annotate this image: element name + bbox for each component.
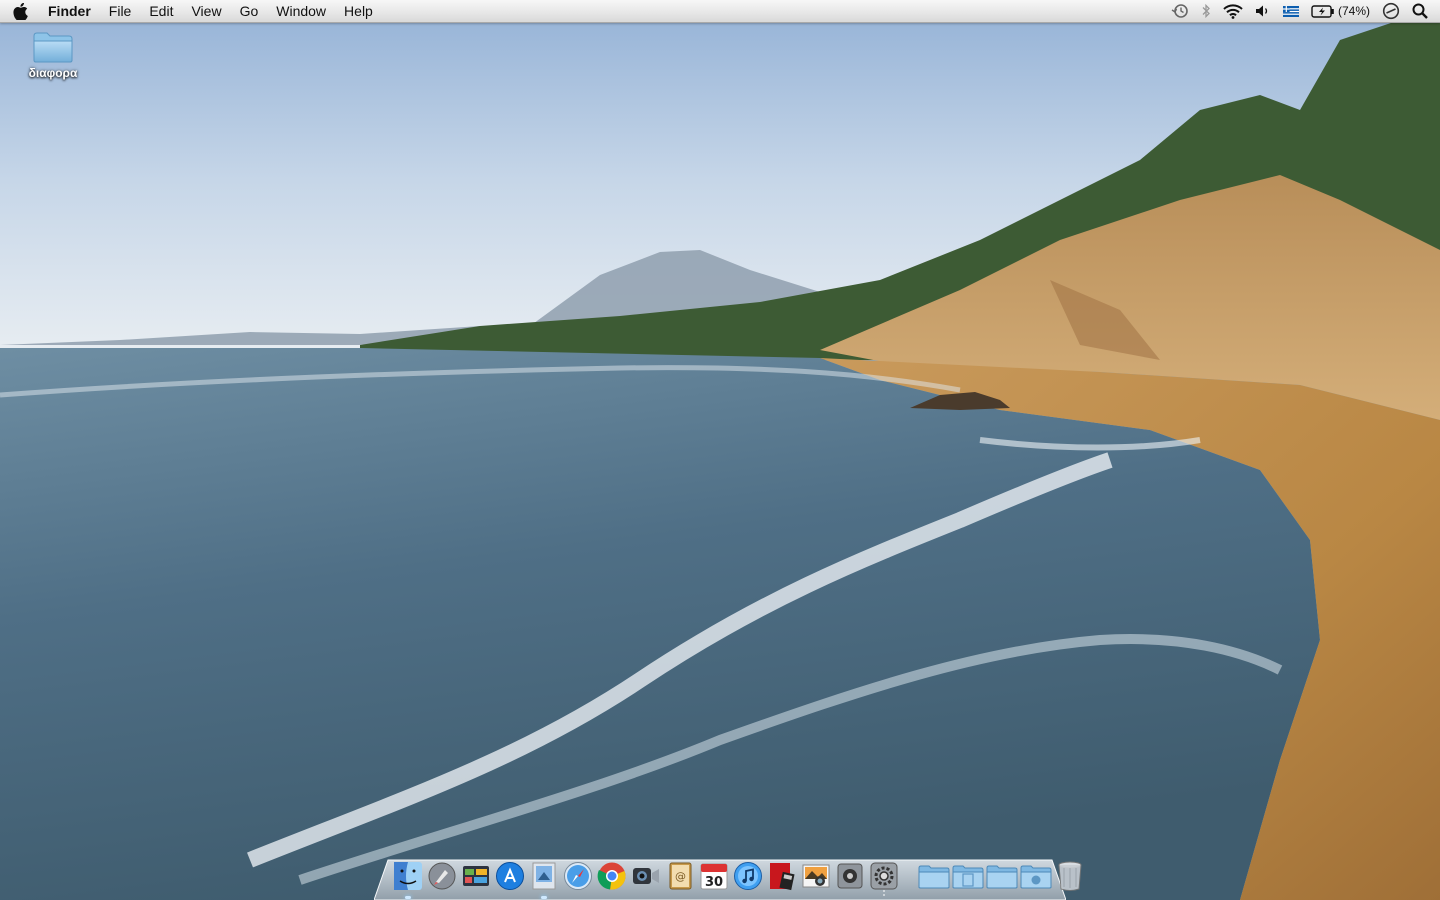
greek-flag-input-icon bbox=[1282, 5, 1299, 17]
battery-menu[interactable]: (74%) bbox=[1305, 0, 1376, 22]
photo-booth-icon bbox=[770, 863, 795, 891]
dock-mission-control[interactable] bbox=[460, 858, 492, 894]
app-store-icon bbox=[496, 862, 524, 890]
dock-address-book[interactable]: @ bbox=[664, 858, 696, 894]
desktop-folder[interactable]: διαφορα bbox=[14, 30, 92, 80]
dock-app-store[interactable] bbox=[494, 858, 526, 894]
launchpad-icon bbox=[428, 862, 456, 890]
trash-icon bbox=[1058, 861, 1082, 891]
camera-icon bbox=[837, 863, 863, 889]
time-machine-icon bbox=[1171, 4, 1188, 18]
mission-control-icon bbox=[463, 866, 489, 886]
menu-go[interactable]: Go bbox=[231, 0, 268, 22]
menu-file[interactable]: File bbox=[100, 0, 141, 22]
running-indicator bbox=[541, 896, 547, 899]
volume-icon bbox=[1255, 5, 1268, 17]
dock-downloads-stack[interactable] bbox=[986, 858, 1018, 894]
menu-help[interactable]: Help bbox=[335, 0, 382, 22]
menu-window[interactable]: Window bbox=[267, 0, 335, 22]
clock-status-icon bbox=[1382, 2, 1400, 20]
volume-menu[interactable] bbox=[1249, 0, 1277, 22]
safari-icon bbox=[564, 862, 592, 890]
dock-launchpad[interactable] bbox=[426, 858, 458, 894]
wifi-menu[interactable] bbox=[1217, 0, 1249, 22]
bluetooth-menu[interactable] bbox=[1195, 0, 1217, 22]
shared-folder-icon bbox=[1020, 865, 1052, 889]
input-source-menu[interactable] bbox=[1277, 0, 1305, 22]
dock-itunes[interactable] bbox=[732, 858, 764, 894]
dock-calendar[interactable]: 30 bbox=[698, 858, 730, 894]
dock-applications-stack[interactable] bbox=[918, 858, 950, 894]
menu-bar: Finder File Edit View Go Window Help (74… bbox=[0, 0, 1440, 23]
downloads-folder-icon bbox=[986, 865, 1018, 889]
iphoto-icon bbox=[802, 864, 830, 888]
address-book-icon: @ bbox=[669, 862, 692, 890]
spotlight-menu[interactable] bbox=[1406, 0, 1440, 22]
preview-icon bbox=[532, 862, 556, 890]
finder-icon bbox=[394, 862, 422, 890]
dock-iphoto[interactable] bbox=[800, 858, 832, 894]
bluetooth-icon bbox=[1202, 3, 1210, 19]
apple-icon bbox=[12, 2, 28, 20]
calendar-icon: 30 bbox=[700, 863, 728, 890]
folder-icon bbox=[33, 32, 73, 63]
time-machine-menu[interactable] bbox=[1165, 0, 1195, 22]
desktop-wallpaper bbox=[0, 0, 1440, 900]
chrome-icon bbox=[597, 862, 626, 890]
menu-view[interactable]: View bbox=[182, 0, 230, 22]
battery-charging-icon bbox=[1311, 4, 1334, 18]
menu-app-finder[interactable]: Finder bbox=[40, 0, 100, 22]
itunes-icon bbox=[734, 862, 762, 890]
desktop-folder-label: διαφορα bbox=[28, 66, 78, 80]
dock-documents-stack[interactable] bbox=[952, 858, 984, 894]
dock: @ 30 bbox=[392, 854, 1086, 899]
menu-edit[interactable]: Edit bbox=[140, 0, 182, 22]
dock-finder[interactable] bbox=[392, 858, 424, 899]
dock-facetime[interactable] bbox=[630, 858, 662, 894]
dock-chrome[interactable] bbox=[596, 858, 628, 894]
facetime-icon bbox=[633, 868, 659, 884]
dock-shared-stack[interactable] bbox=[1020, 858, 1052, 894]
documents-folder-icon bbox=[952, 865, 984, 889]
svg-text:@: @ bbox=[675, 870, 686, 883]
running-indicator bbox=[405, 896, 411, 899]
wifi-icon bbox=[1223, 3, 1243, 19]
spotlight-search-icon bbox=[1412, 3, 1428, 19]
system-preferences-icon bbox=[870, 862, 898, 890]
dock-system-preferences[interactable] bbox=[868, 858, 900, 894]
dock-safari[interactable] bbox=[562, 858, 594, 894]
dock-preview[interactable] bbox=[528, 858, 560, 899]
dock-separator bbox=[902, 858, 916, 894]
apple-menu[interactable] bbox=[0, 0, 40, 22]
dock-photo-booth[interactable] bbox=[766, 858, 798, 894]
applications-folder-icon bbox=[918, 865, 950, 889]
dock-image-capture[interactable] bbox=[834, 858, 866, 894]
calendar-day: 30 bbox=[705, 875, 723, 890]
battery-percentage: (74%) bbox=[1337, 4, 1370, 18]
dock-trash[interactable] bbox=[1054, 858, 1086, 894]
clock-status-menu[interactable] bbox=[1376, 0, 1406, 22]
